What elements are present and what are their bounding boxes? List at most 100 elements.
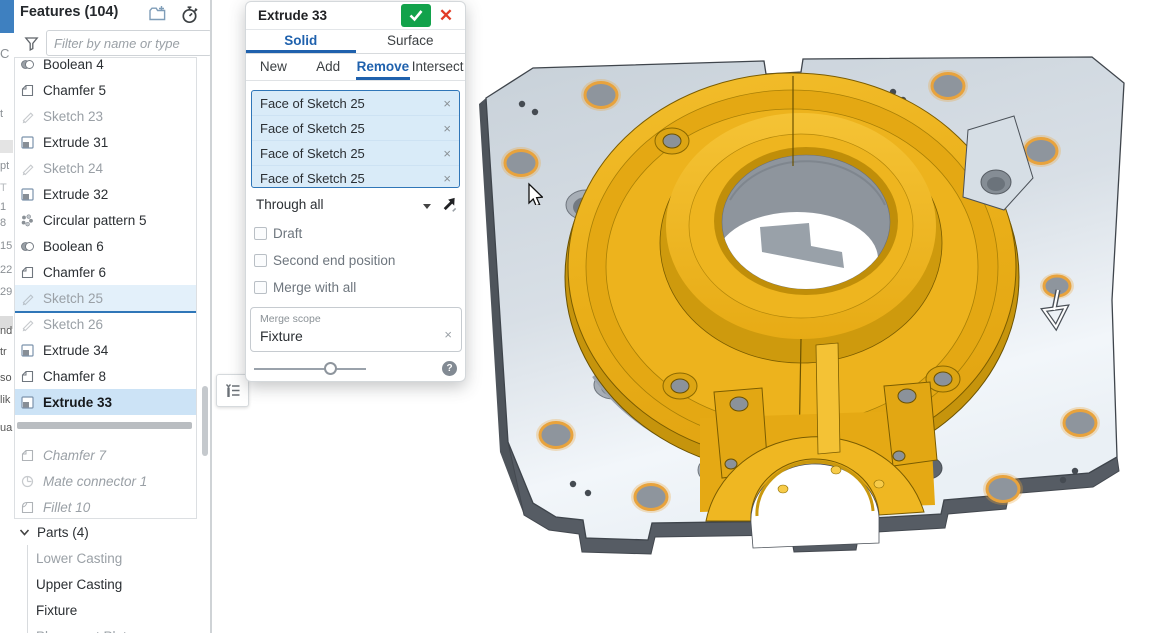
- feature-row[interactable]: Circular pattern 5: [15, 207, 196, 233]
- panel-divider[interactable]: [210, 0, 212, 633]
- highlighted-hole: [1060, 407, 1100, 439]
- boolean-icon: [20, 57, 35, 72]
- selected-face-row[interactable]: Face of Sketch 25 ×: [252, 141, 459, 166]
- feature-label: Sketch 26: [43, 317, 103, 332]
- feature-row[interactable]: Sketch 26: [15, 311, 196, 337]
- parts-header[interactable]: Parts (4): [14, 520, 210, 545]
- chevron-down-icon: [18, 526, 31, 539]
- chamfer-icon: [20, 369, 35, 384]
- mode-add[interactable]: Add: [301, 54, 356, 80]
- mode-remove[interactable]: Remove: [356, 54, 411, 80]
- filter-input[interactable]: [46, 30, 212, 56]
- fixture-plate[interactable]: [479, 57, 1124, 554]
- plate-counterbore-holes[interactable]: [566, 190, 954, 484]
- face-label: Face of Sketch 25: [260, 146, 365, 161]
- remove-face-icon[interactable]: ×: [443, 171, 451, 186]
- arch-shading: [757, 461, 873, 516]
- feature-panel: Features (104) Boolean 4 Chamfer 5: [14, 0, 210, 633]
- clear-merge-scope-icon[interactable]: ×: [444, 327, 452, 342]
- boolean-icon: [20, 239, 35, 254]
- feature-row[interactable]: Sketch 24: [15, 155, 196, 181]
- plate-top-face[interactable]: [486, 57, 1124, 540]
- feature-label: Extrude 34: [43, 343, 108, 358]
- rollback-bar[interactable]: [17, 422, 192, 429]
- feature-row[interactable]: Extrude 31: [15, 129, 196, 155]
- remove-face-icon[interactable]: ×: [443, 146, 451, 161]
- bore-bevel: [714, 147, 898, 295]
- direction-arrow-manipulator[interactable]: [1044, 290, 1066, 327]
- saddle-rib: [816, 343, 840, 454]
- feature-row[interactable]: Extrude 32: [15, 181, 196, 207]
- feature-row[interactable]: Chamfer 5: [15, 77, 196, 103]
- saddle-wing-left: [714, 388, 768, 478]
- dialog-header: Extrude 33 ✕: [246, 2, 465, 30]
- draft-checkbox[interactable]: [254, 227, 267, 240]
- merge-with-all-label: Merge with all: [273, 280, 356, 295]
- feature-row[interactable]: Chamfer 7: [15, 442, 196, 468]
- end-condition-row: Through all: [246, 192, 465, 220]
- saddle-boss-dot: [874, 480, 884, 488]
- feature-label: Chamfer 6: [43, 265, 106, 280]
- second-end-checkbox[interactable]: [254, 254, 267, 267]
- feature-tree: Boolean 4 Chamfer 5 Sketch 23 Extrude 31…: [14, 57, 197, 519]
- tab-solid[interactable]: Solid: [246, 29, 356, 53]
- feature-row[interactable]: Chamfer 8: [15, 363, 196, 389]
- end-condition-select[interactable]: Through all: [256, 197, 324, 212]
- feature-row[interactable]: Sketch 23: [15, 103, 196, 129]
- feature-row[interactable]: Chamfer 6: [15, 259, 196, 285]
- feature-list-toggle-button[interactable]: [216, 374, 249, 407]
- flange-top[interactable]: [568, 73, 1016, 461]
- mode-intersect[interactable]: Intersect: [410, 54, 465, 80]
- merge-scope-value[interactable]: Fixture: [260, 328, 303, 344]
- tree-scrollbar[interactable]: [202, 386, 208, 456]
- help-icon[interactable]: ?: [442, 361, 457, 376]
- remove-face-icon[interactable]: ×: [443, 96, 451, 111]
- casting-part[interactable]: [565, 73, 1033, 548]
- feature-row-selected[interactable]: Extrude 33: [15, 389, 196, 415]
- saddle-boss-dot: [778, 485, 788, 493]
- rollback-history-icon[interactable]: [180, 5, 200, 30]
- text-fragment: ua: [0, 422, 14, 434]
- remove-face-icon[interactable]: ×: [443, 121, 451, 136]
- merge-scope-label: Merge scope: [260, 313, 321, 325]
- selected-face-row[interactable]: Face of Sketch 25 ×: [252, 166, 459, 188]
- wing-hole: [730, 397, 748, 411]
- highlighted-hole: [983, 473, 1023, 505]
- selected-face-row[interactable]: Face of Sketch 25 ×: [252, 116, 459, 141]
- body-type-tabs: Solid Surface: [246, 29, 465, 54]
- merge-with-all-checkbox[interactable]: [254, 281, 267, 294]
- extrude-dialog: Extrude 33 ✕ Solid Surface New Add Remov…: [245, 1, 466, 382]
- filter-icon: [24, 36, 39, 56]
- slider-track[interactable]: [254, 368, 366, 370]
- tab-surface[interactable]: Surface: [356, 29, 466, 53]
- extrude-icon: [20, 135, 35, 150]
- flange-ear-holes: [655, 128, 960, 399]
- boss-top[interactable]: [666, 113, 936, 339]
- part-row[interactable]: Placement Plate: [14, 623, 210, 633]
- feature-row[interactable]: Boolean 4: [15, 57, 196, 77]
- feature-row[interactable]: Fillet 10: [15, 494, 196, 519]
- feature-row[interactable]: Mate connector 1: [15, 468, 196, 494]
- bearing-saddle[interactable]: [700, 343, 937, 548]
- feature-label: Boolean 6: [43, 239, 104, 254]
- feature-row[interactable]: Extrude 34: [15, 337, 196, 363]
- chevron-down-icon[interactable]: [423, 204, 431, 209]
- parts-section: Parts (4) Lower Casting Upper Casting Fi…: [14, 520, 210, 633]
- part-label: Upper Casting: [36, 577, 122, 592]
- feature-label: Chamfer 5: [43, 83, 106, 98]
- sketch-icon: [20, 317, 35, 332]
- highlighted-holes[interactable]: [501, 70, 1100, 513]
- part-row[interactable]: Lower Casting: [14, 545, 210, 571]
- slider-handle[interactable]: [324, 362, 337, 375]
- sketch-icon: [20, 109, 35, 124]
- add-folder-icon[interactable]: [148, 5, 167, 27]
- selected-face-row[interactable]: Face of Sketch 25 ×: [252, 91, 459, 116]
- feature-row[interactable]: Boolean 6: [15, 233, 196, 259]
- cancel-button[interactable]: ✕: [435, 5, 457, 27]
- flip-direction-icon[interactable]: [439, 195, 458, 219]
- feature-row-rollback-target[interactable]: Sketch 25: [15, 285, 196, 311]
- mode-new[interactable]: New: [246, 54, 301, 80]
- commit-button[interactable]: [401, 4, 431, 27]
- part-row[interactable]: Upper Casting: [14, 571, 210, 597]
- part-row[interactable]: Fixture: [14, 597, 210, 623]
